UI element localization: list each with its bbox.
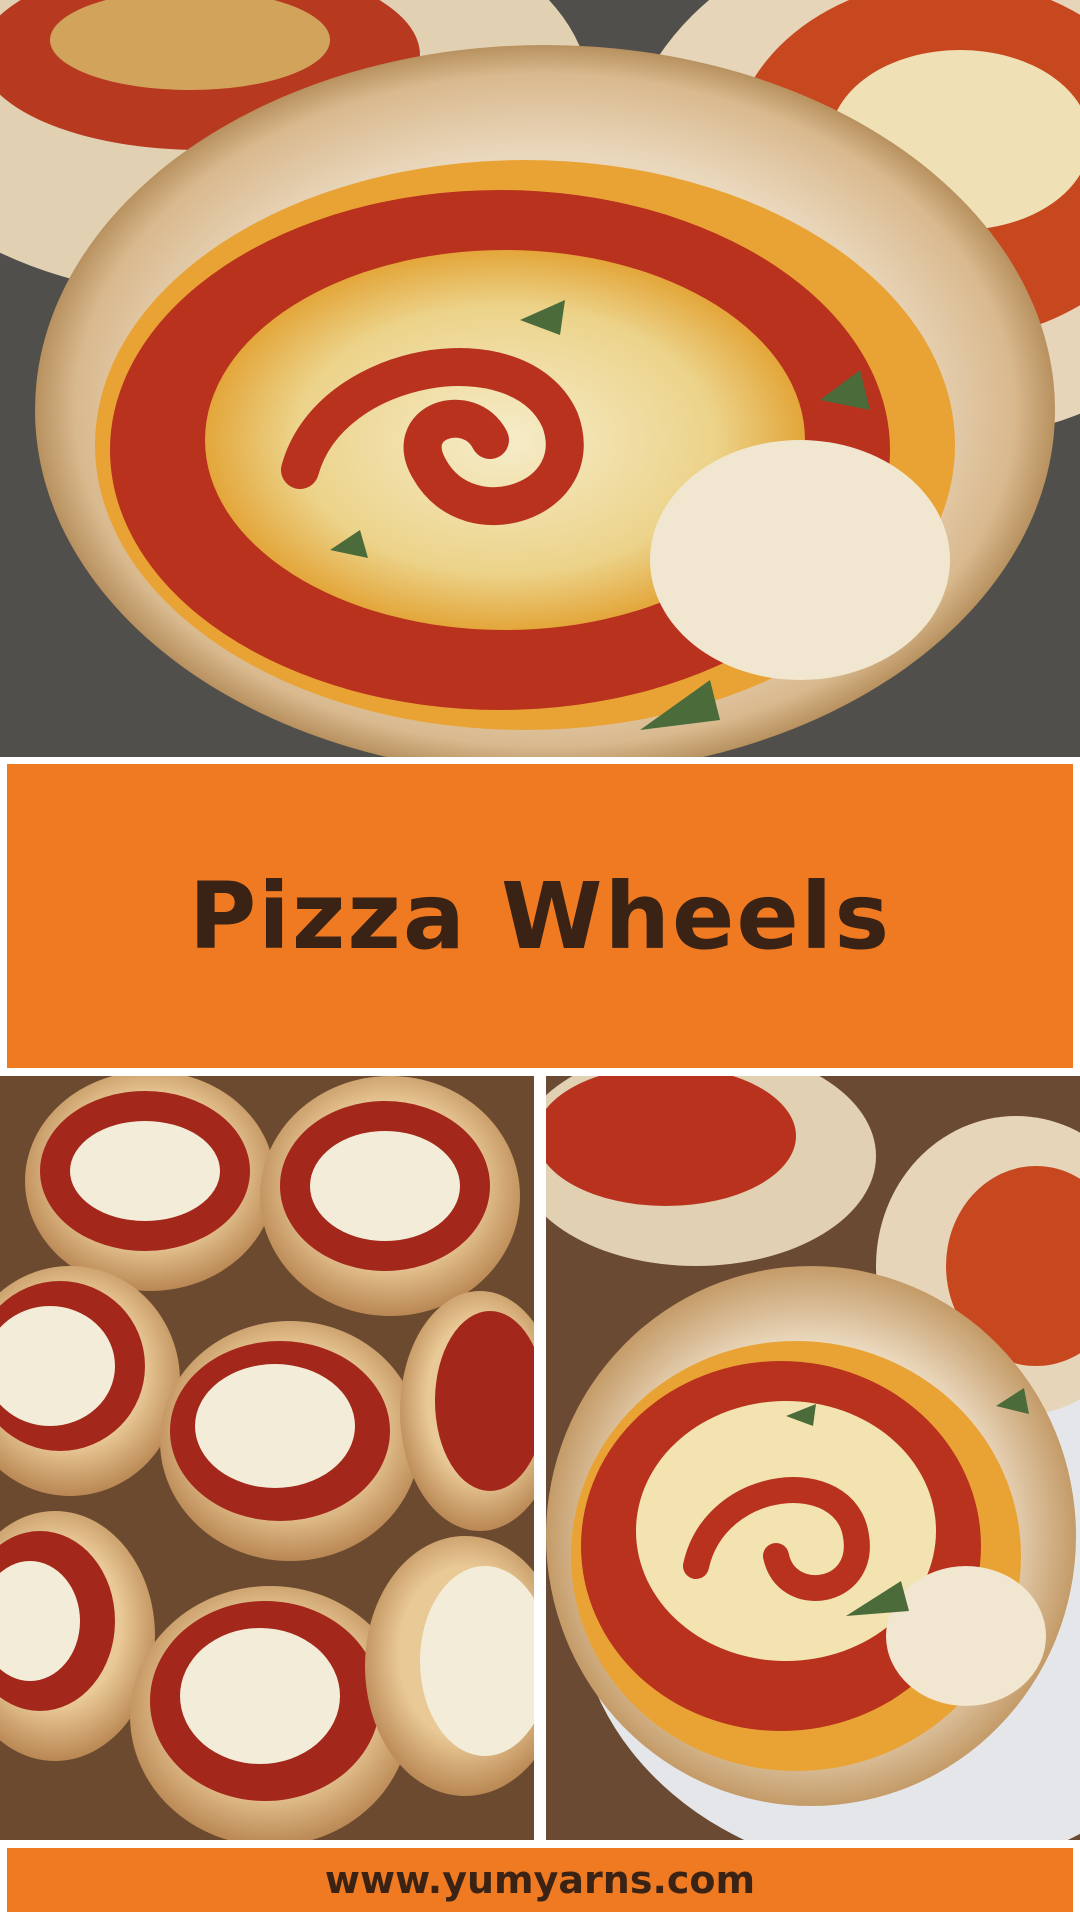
- left-photo: [0, 1076, 534, 1840]
- pin-graphic: Pizza Wheels www.yumyarns.com: [0, 0, 1080, 1920]
- pizza-wheel-on-plate-image: [546, 1076, 1080, 1840]
- website-banner: www.yumyarns.com: [7, 1848, 1073, 1912]
- pizza-rolls-tray-image: [0, 1076, 534, 1840]
- title-banner: Pizza Wheels: [7, 764, 1073, 1068]
- website-url[interactable]: www.yumyarns.com: [325, 1858, 755, 1902]
- right-photo: [546, 1076, 1080, 1840]
- pizza-wheel-closeup-image: [0, 0, 1080, 757]
- hero-photo: [0, 0, 1080, 757]
- recipe-title: Pizza Wheels: [188, 862, 892, 970]
